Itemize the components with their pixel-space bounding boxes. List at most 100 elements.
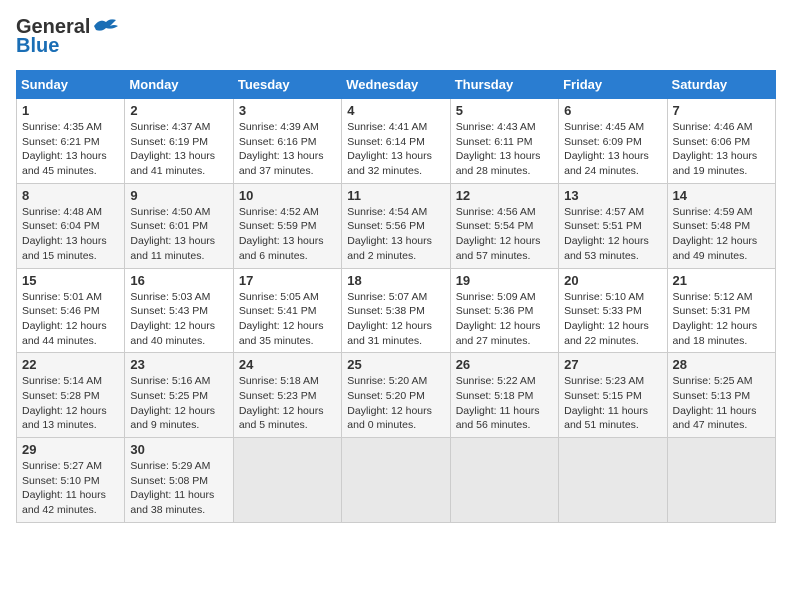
calendar-cell: 21 Sunrise: 5:12 AMSunset: 5:31 PMDayligh… — [667, 268, 775, 353]
calendar-cell: 15 Sunrise: 5:01 AMSunset: 5:46 PMDayligh… — [17, 268, 125, 353]
day-header-thursday: Thursday — [450, 71, 558, 99]
day-number: 10 — [239, 188, 336, 203]
calendar-cell: 5Sunrise: 4:43 AMSunset: 6:11 PMDaylight… — [450, 99, 558, 184]
calendar-cell: 12Sunrise: 4:56 AMSunset: 5:54 PMDayligh… — [450, 183, 558, 268]
day-info: Sunrise: 5:25 AMSunset: 5:13 PMDaylight:… — [673, 374, 770, 433]
day-info: Sunrise: 5:10 AMSunset: 5:33 PMDaylight:… — [564, 290, 661, 349]
day-info: Sunrise: 5:29 AMSunset: 5:08 PMDaylight:… — [130, 459, 227, 518]
calendar-cell — [233, 438, 341, 523]
calendar-week-2: 8 Sunrise: 4:48 AMSunset: 6:04 PMDaylight… — [17, 183, 776, 268]
calendar-cell: 16Sunrise: 5:03 AMSunset: 5:43 PMDayligh… — [125, 268, 233, 353]
day-info: Sunrise: 4:52 AMSunset: 5:59 PMDaylight:… — [239, 205, 336, 264]
day-number: 1 — [22, 103, 119, 118]
calendar-header-row: SundayMondayTuesdayWednesdayThursdayFrid… — [17, 71, 776, 99]
calendar-cell — [342, 438, 450, 523]
day-info: Sunrise: 4:50 AMSunset: 6:01 PMDaylight:… — [130, 205, 227, 264]
day-header-saturday: Saturday — [667, 71, 775, 99]
calendar-cell: 23Sunrise: 5:16 AMSunset: 5:25 PMDayligh… — [125, 353, 233, 438]
day-number: 26 — [456, 357, 553, 372]
day-info: Sunrise: 5:01 AMSunset: 5:46 PMDaylight:… — [22, 290, 119, 349]
calendar-cell: 19 Sunrise: 5:09 AMSunset: 5:36 PMDayligh… — [450, 268, 558, 353]
day-number: 2 — [130, 103, 227, 118]
calendar-cell: 27 Sunrise: 5:23 AMSunset: 5:15 PMDayligh… — [559, 353, 667, 438]
day-number: 16 — [130, 273, 227, 288]
day-info: Sunrise: 5:05 AMSunset: 5:41 PMDaylight:… — [239, 290, 336, 349]
day-info: Sunrise: 5:22 AMSunset: 5:18 PMDaylight:… — [456, 374, 553, 433]
day-number: 9 — [130, 188, 227, 203]
calendar-cell: 13 Sunrise: 4:57 AMSunset: 5:51 PMDayligh… — [559, 183, 667, 268]
day-header-tuesday: Tuesday — [233, 71, 341, 99]
calendar-cell: 25 Sunrise: 5:20 AMSunset: 5:20 PMDayligh… — [342, 353, 450, 438]
day-info: Sunrise: 5:14 AMSunset: 5:28 PMDaylight:… — [22, 374, 119, 433]
day-info: Sunrise: 5:20 AMSunset: 5:20 PMDaylight:… — [347, 374, 444, 433]
calendar-cell — [450, 438, 558, 523]
day-info: Sunrise: 5:23 AMSunset: 5:15 PMDaylight:… — [564, 374, 661, 433]
day-info: Sunrise: 4:57 AMSunset: 5:51 PMDaylight:… — [564, 205, 661, 264]
calendar-cell — [559, 438, 667, 523]
day-info: Sunrise: 4:35 AMSunset: 6:21 PMDaylight:… — [22, 120, 119, 179]
day-number: 5 — [456, 103, 553, 118]
calendar-cell: 1 Sunrise: 4:35 AMSunset: 6:21 PMDaylight… — [17, 99, 125, 184]
logo: General Blue — [16, 16, 120, 58]
calendar-cell: 3 Sunrise: 4:39 AMSunset: 6:16 PMDaylight… — [233, 99, 341, 184]
logo-blue: Blue — [16, 35, 59, 58]
day-info: Sunrise: 4:45 AMSunset: 6:09 PMDaylight:… — [564, 120, 661, 179]
logo: General Blue — [16, 16, 120, 58]
day-number: 28 — [673, 357, 770, 372]
day-info: Sunrise: 4:48 AMSunset: 6:04 PMDaylight:… — [22, 205, 119, 264]
day-info: Sunrise: 5:09 AMSunset: 5:36 PMDaylight:… — [456, 290, 553, 349]
day-number: 13 — [564, 188, 661, 203]
day-info: Sunrise: 5:07 AMSunset: 5:38 PMDaylight:… — [347, 290, 444, 349]
day-info: Sunrise: 5:12 AMSunset: 5:31 PMDaylight:… — [673, 290, 770, 349]
calendar-cell: 14Sunrise: 4:59 AMSunset: 5:48 PMDayligh… — [667, 183, 775, 268]
day-number: 25 — [347, 357, 444, 372]
calendar-cell: 2Sunrise: 4:37 AMSunset: 6:19 PMDaylight… — [125, 99, 233, 184]
day-info: Sunrise: 5:27 AMSunset: 5:10 PMDaylight:… — [22, 459, 119, 518]
day-number: 20 — [564, 273, 661, 288]
calendar-table: SundayMondayTuesdayWednesdayThursdayFrid… — [16, 70, 776, 523]
calendar-cell: 28 Sunrise: 5:25 AMSunset: 5:13 PMDayligh… — [667, 353, 775, 438]
calendar-week-4: 22Sunrise: 5:14 AMSunset: 5:28 PMDayligh… — [17, 353, 776, 438]
calendar-cell: 24 Sunrise: 5:18 AMSunset: 5:23 PMDayligh… — [233, 353, 341, 438]
day-number: 27 — [564, 357, 661, 372]
day-number: 21 — [673, 273, 770, 288]
calendar-week-3: 15 Sunrise: 5:01 AMSunset: 5:46 PMDayligh… — [17, 268, 776, 353]
day-number: 11 — [347, 188, 444, 203]
day-number: 8 — [22, 188, 119, 203]
day-number: 3 — [239, 103, 336, 118]
calendar-cell: 11Sunrise: 4:54 AMSunset: 5:56 PMDayligh… — [342, 183, 450, 268]
calendar-cell: 30 Sunrise: 5:29 AMSunset: 5:08 PMDayligh… — [125, 438, 233, 523]
calendar-cell: 29 Sunrise: 5:27 AMSunset: 5:10 PMDayligh… — [17, 438, 125, 523]
day-number: 15 — [22, 273, 119, 288]
calendar-cell: 8 Sunrise: 4:48 AMSunset: 6:04 PMDaylight… — [17, 183, 125, 268]
calendar-cell: 9 Sunrise: 4:50 AMSunset: 6:01 PMDaylight… — [125, 183, 233, 268]
day-number: 19 — [456, 273, 553, 288]
calendar-cell — [667, 438, 775, 523]
calendar-cell: 4Sunrise: 4:41 AMSunset: 6:14 PMDaylight… — [342, 99, 450, 184]
day-header-friday: Friday — [559, 71, 667, 99]
calendar-week-1: 1 Sunrise: 4:35 AMSunset: 6:21 PMDaylight… — [17, 99, 776, 184]
calendar-cell: 20 Sunrise: 5:10 AMSunset: 5:33 PMDayligh… — [559, 268, 667, 353]
calendar-cell: 22Sunrise: 5:14 AMSunset: 5:28 PMDayligh… — [17, 353, 125, 438]
day-number: 29 — [22, 442, 119, 457]
day-info: Sunrise: 4:46 AMSunset: 6:06 PMDaylight:… — [673, 120, 770, 179]
day-number: 24 — [239, 357, 336, 372]
day-header-monday: Monday — [125, 71, 233, 99]
day-number: 7 — [673, 103, 770, 118]
day-info: Sunrise: 4:41 AMSunset: 6:14 PMDaylight:… — [347, 120, 444, 179]
day-number: 30 — [130, 442, 227, 457]
calendar-cell: 6 Sunrise: 4:45 AMSunset: 6:09 PMDaylight… — [559, 99, 667, 184]
calendar-week-5: 29 Sunrise: 5:27 AMSunset: 5:10 PMDayligh… — [17, 438, 776, 523]
day-info: Sunrise: 4:39 AMSunset: 6:16 PMDaylight:… — [239, 120, 336, 179]
day-number: 6 — [564, 103, 661, 118]
calendar-cell: 10 Sunrise: 4:52 AMSunset: 5:59 PMDayligh… — [233, 183, 341, 268]
day-header-wednesday: Wednesday — [342, 71, 450, 99]
day-info: Sunrise: 5:18 AMSunset: 5:23 PMDaylight:… — [239, 374, 336, 433]
day-number: 14 — [673, 188, 770, 203]
day-number: 23 — [130, 357, 227, 372]
calendar-cell: 26 Sunrise: 5:22 AMSunset: 5:18 PMDayligh… — [450, 353, 558, 438]
day-number: 18 — [347, 273, 444, 288]
page-header: General Blue — [16, 16, 776, 58]
day-info: Sunrise: 4:56 AMSunset: 5:54 PMDaylight:… — [456, 205, 553, 264]
day-number: 17 — [239, 273, 336, 288]
